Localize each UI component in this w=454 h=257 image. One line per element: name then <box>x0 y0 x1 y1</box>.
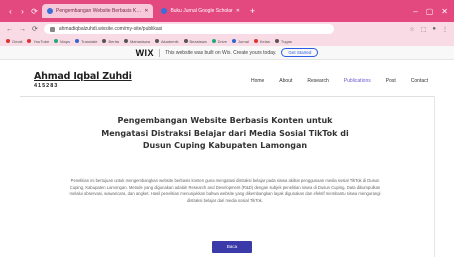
scholar-favicon-icon <box>161 8 168 14</box>
wix-logo[interactable]: WIX <box>136 48 155 58</box>
bookmark-item[interactable]: Gmail <box>6 39 22 44</box>
site-brand[interactable]: Ahmad Iqbal Zuhdi 415283 <box>34 71 132 89</box>
tab-bar: ‹ › ⟳ Pengembangan Website Berbasis K… ✕… <box>0 0 454 22</box>
header-divider <box>20 96 434 97</box>
publication-title: Pengembangan Website Berbasis Konten unt… <box>101 116 349 150</box>
browser-window: ‹ › ⟳ Pengembangan Website Berbasis K… ✕… <box>0 0 454 257</box>
bookmark-item[interactable]: Berita <box>102 39 119 44</box>
nav-post[interactable]: Post <box>386 78 396 84</box>
bookmark-item[interactable]: Kelas <box>253 39 270 44</box>
close-window-icon[interactable]: ✕ <box>441 7 448 16</box>
forward-button-icon[interactable]: → <box>19 26 26 33</box>
publication-abstract: Penelitian ini bertujuan untuk mengemban… <box>69 178 381 203</box>
bookmark-item[interactable]: Beasiswa <box>183 39 207 44</box>
profile-icon[interactable]: ● <box>432 26 436 33</box>
site-nav: Home About Research Publications Post Co… <box>251 78 428 84</box>
nav-contact[interactable]: Contact <box>411 78 428 84</box>
bookmarks-bar: Gmail YouTube Maps Translate Berita Maha… <box>0 36 454 46</box>
divider <box>159 48 161 57</box>
bookmark-icon <box>54 39 59 43</box>
address-bar: ← → ⟳ ahmadiqbalzuhdi.wixsite.com/my-sit… <box>0 22 454 36</box>
menu-icon[interactable]: ⋮ <box>442 26 448 33</box>
url-text: ahmadiqbalzuhdi.wixsite.com/my-site/publ… <box>58 26 163 32</box>
bookmark-icon <box>6 39 10 43</box>
bookmark-item[interactable]: Translate <box>74 39 97 44</box>
window-controls: – ▢ ✕ <box>413 7 448 16</box>
back-icon[interactable]: ‹ <box>6 7 15 16</box>
tab-inactive[interactable]: Buku Jurnal Google Scholar ✕ <box>156 4 244 18</box>
bookmark-item[interactable]: Jurnal <box>231 39 249 44</box>
bookmark-item[interactable]: YouTube <box>27 39 49 44</box>
minimize-icon[interactable]: – <box>413 7 417 16</box>
bookmark-icon <box>211 39 216 43</box>
website-page: Ahmad Iqbal Zuhdi 415283 Home About Rese… <box>20 60 434 257</box>
bookmark-item[interactable]: Drive <box>211 39 227 44</box>
bookmark-item[interactable]: Mahasiswa <box>123 39 150 44</box>
address-actions: ☆ ⬚ ● ⋮ <box>409 26 448 33</box>
bookmark-icon <box>74 39 79 43</box>
extensions-icon[interactable]: ⬚ <box>421 26 427 33</box>
wix-banner-text: This website was built on Wix. Create yo… <box>165 49 277 56</box>
bookmark-item[interactable]: Tugas <box>274 39 292 44</box>
close-tab-icon[interactable]: ✕ <box>236 8 240 14</box>
tab-label: Pengembangan Website Berbasis K… <box>56 8 142 14</box>
bookmark-icon <box>231 39 236 43</box>
maximize-icon[interactable]: ▢ <box>426 7 434 16</box>
nav-about[interactable]: About <box>279 78 292 84</box>
bookmark-icon <box>183 39 188 43</box>
tab-active[interactable]: Pengembangan Website Berbasis K… ✕ <box>42 4 154 18</box>
bookmark-item[interactable]: Akademik <box>154 39 179 44</box>
content-border-right <box>434 96 435 257</box>
site-favicon-icon <box>47 8 53 14</box>
refresh-icon[interactable]: ⟳ <box>32 25 38 33</box>
read-more-button[interactable]: Baca Selengkapnya <box>212 241 252 257</box>
tab-label: Buku Jurnal Google Scholar <box>170 8 233 14</box>
wix-banner: WIX This website was built on Wix. Creat… <box>0 46 454 60</box>
bookmark-icon <box>274 39 279 43</box>
get-started-button[interactable]: Get Started <box>281 48 319 57</box>
brand-id: 415283 <box>34 83 59 89</box>
star-icon[interactable]: ☆ <box>409 26 414 33</box>
url-input[interactable]: ahmadiqbalzuhdi.wixsite.com/my-site/publ… <box>43 24 334 34</box>
bookmark-icon <box>27 39 32 43</box>
reload-icon[interactable]: ⟳ <box>30 7 39 16</box>
lock-icon <box>49 26 55 32</box>
nav-publications[interactable]: Publications <box>344 78 371 84</box>
forward-icon[interactable]: › <box>18 7 27 16</box>
back-button-icon[interactable]: ← <box>6 26 13 33</box>
bookmark-icon <box>253 39 258 43</box>
new-tab-icon[interactable]: + <box>250 6 255 16</box>
bookmark-item[interactable]: Maps <box>54 39 70 44</box>
nav-research[interactable]: Research <box>307 78 328 84</box>
bookmark-icon <box>102 39 107 43</box>
nav-home[interactable]: Home <box>251 78 264 84</box>
bookmark-icon <box>123 39 128 43</box>
bookmark-icon <box>154 39 159 43</box>
brand-name[interactable]: Ahmad Iqbal Zuhdi <box>34 71 132 82</box>
close-tab-icon[interactable]: ✕ <box>144 8 148 14</box>
